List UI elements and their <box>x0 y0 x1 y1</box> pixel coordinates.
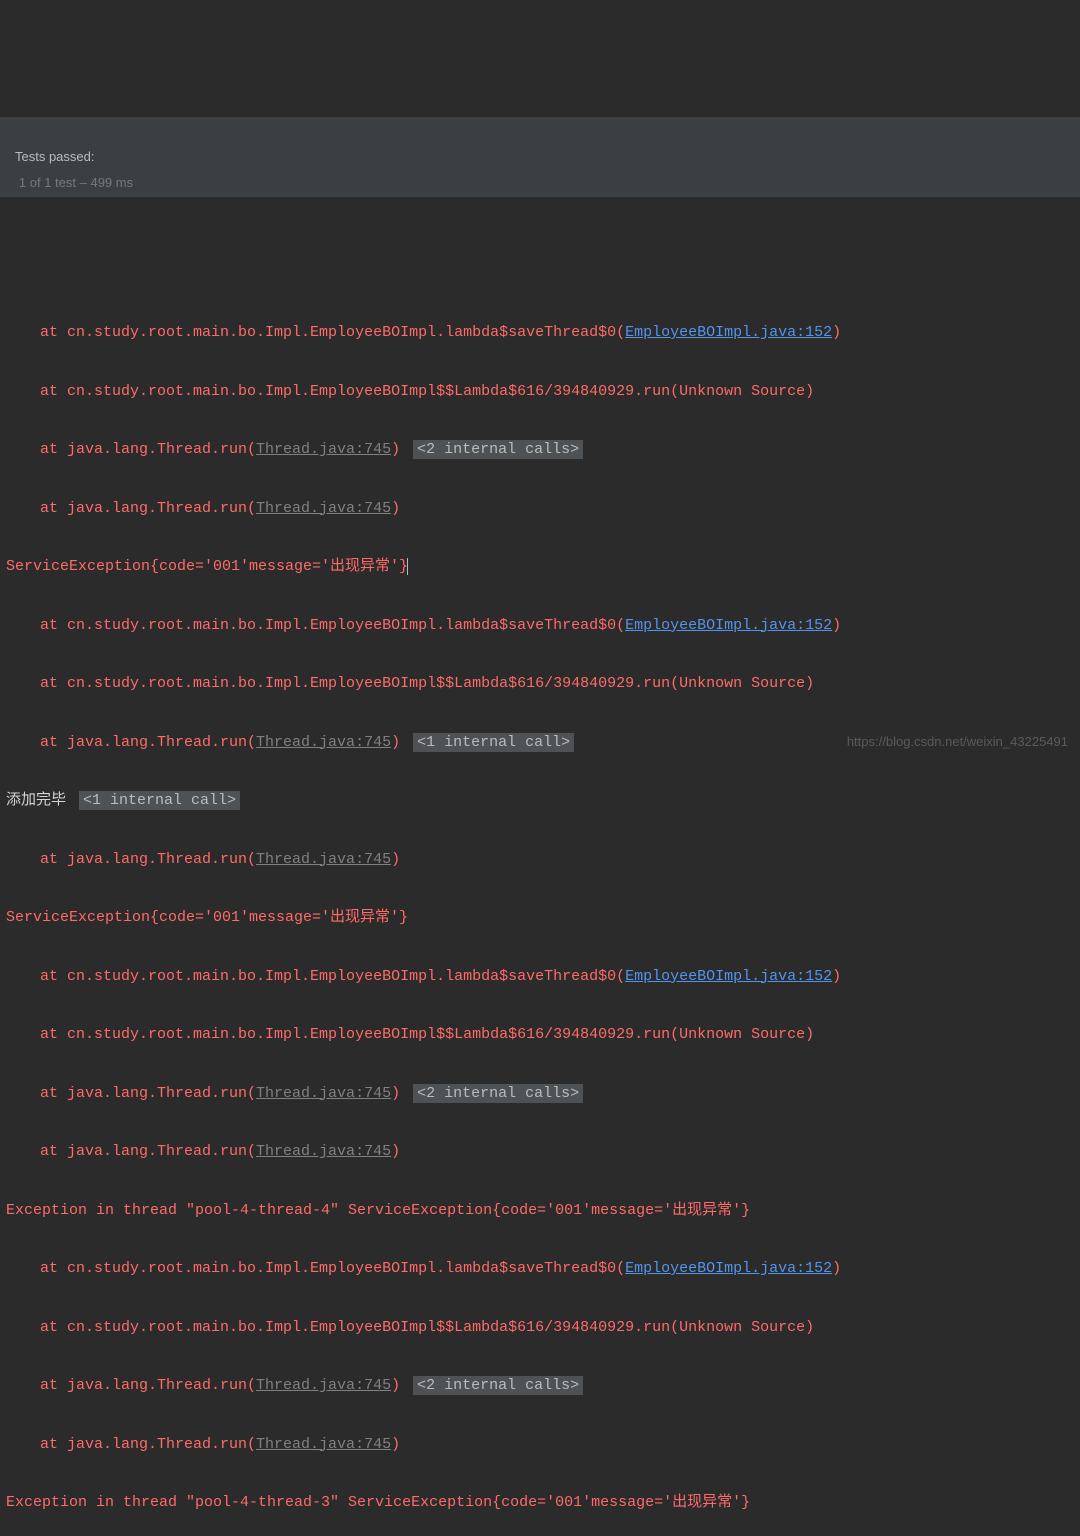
stack-trace-line: at java.lang.Thread.run(Thread.java:745)… <box>0 435 1080 464</box>
source-link[interactable]: Thread.java:745 <box>256 851 391 868</box>
internal-calls-badge: <2 internal calls> <box>413 1084 583 1103</box>
stack-trace-line: at java.lang.Thread.run(Thread.java:745) <box>0 1430 1080 1459</box>
tests-passed-label: Tests passed: <box>15 149 95 164</box>
stack-trace-line: at java.lang.Thread.run(Thread.java:745) <box>0 845 1080 874</box>
output-line: 添加完毕 <1 internal call> <box>0 786 1080 815</box>
source-link[interactable]: Thread.java:745 <box>256 734 391 751</box>
internal-calls-badge: <2 internal calls> <box>413 1376 583 1395</box>
source-link[interactable]: Thread.java:745 <box>256 500 391 517</box>
exception-line: ServiceException{code='001'message='出现异常… <box>0 552 1080 581</box>
exception-line: Exception in thread "pool-4-thread-3" Se… <box>0 1488 1080 1517</box>
stack-trace-line: at cn.study.root.main.bo.Impl.EmployeeBO… <box>0 1313 1080 1342</box>
stack-trace-line: at cn.study.root.main.bo.Impl.EmployeeBO… <box>0 669 1080 698</box>
source-link[interactable]: EmployeeBOImpl.java:152 <box>625 617 832 634</box>
source-link[interactable]: EmployeeBOImpl.java:152 <box>625 1260 832 1277</box>
stack-trace-line: at java.lang.Thread.run(Thread.java:745)… <box>0 1079 1080 1108</box>
stack-trace-line: at cn.study.root.main.bo.Impl.EmployeeBO… <box>0 377 1080 406</box>
stack-trace-line: at cn.study.root.main.bo.Impl.EmployeeBO… <box>0 1254 1080 1283</box>
source-link[interactable]: Thread.java:745 <box>256 441 391 458</box>
stack-trace-line: at cn.study.root.main.bo.Impl.EmployeeBO… <box>0 962 1080 991</box>
stack-trace-line: at java.lang.Thread.run(Thread.java:745)… <box>0 728 1080 757</box>
source-link[interactable]: Thread.java:745 <box>256 1085 391 1102</box>
stack-trace-line: at cn.study.root.main.bo.Impl.EmployeeBO… <box>0 318 1080 347</box>
exception-line: Exception in thread "pool-4-thread-4" Se… <box>0 1196 1080 1225</box>
source-link[interactable]: EmployeeBOImpl.java:152 <box>625 968 832 985</box>
console-output[interactable]: at cn.study.root.main.bo.Impl.EmployeeBO… <box>0 256 1080 1536</box>
internal-calls-badge: <2 internal calls> <box>413 440 583 459</box>
stack-trace-line: at java.lang.Thread.run(Thread.java:745)… <box>0 1371 1080 1400</box>
internal-calls-badge: <1 internal call> <box>79 791 240 810</box>
source-link[interactable]: Thread.java:745 <box>256 1377 391 1394</box>
source-link[interactable]: Thread.java:745 <box>256 1143 391 1160</box>
stack-trace-line: at cn.study.root.main.bo.Impl.EmployeeBO… <box>0 611 1080 640</box>
tests-count: 1 of 1 test – 499 ms <box>15 175 133 190</box>
source-link[interactable]: EmployeeBOImpl.java:152 <box>625 324 832 341</box>
stack-trace-line: at java.lang.Thread.run(Thread.java:745) <box>0 494 1080 523</box>
text-cursor <box>407 558 408 575</box>
exception-line: ServiceException{code='001'message='出现异常… <box>0 903 1080 932</box>
stack-trace-line: at cn.study.root.main.bo.Impl.EmployeeBO… <box>0 1020 1080 1049</box>
internal-calls-badge: <1 internal call> <box>413 733 574 752</box>
stack-trace-line: at java.lang.Thread.run(Thread.java:745) <box>0 1137 1080 1166</box>
test-status-bar: Tests passed: 1 of 1 test – 499 ms <box>0 117 1080 197</box>
source-link[interactable]: Thread.java:745 <box>256 1436 391 1453</box>
